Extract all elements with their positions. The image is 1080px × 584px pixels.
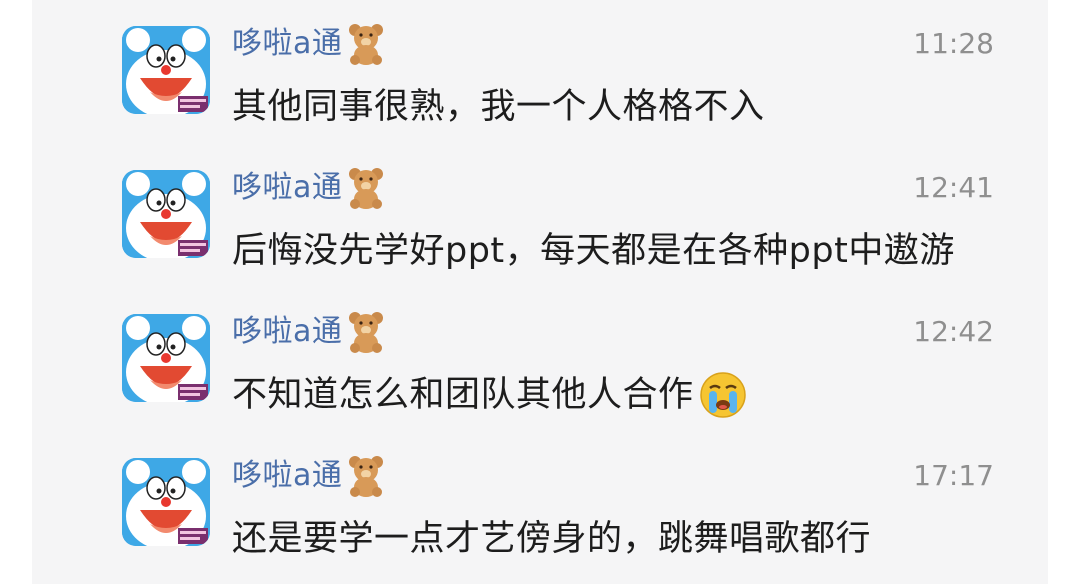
doraemon-avatar-icon	[122, 26, 210, 114]
sender-name[interactable]: 哆啦a通	[232, 22, 342, 66]
message-timestamp: 17:17	[913, 459, 994, 492]
message-text[interactable]: 还是要学一点才艺傍身的，跳舞唱歌都行	[232, 512, 871, 566]
sender-name[interactable]: 哆啦a通	[232, 166, 342, 210]
chat-message-list[interactable]: 哆啦a通 11:28 其他同事很熟，我一个人格格不入 哆啦a通 12:41 后悔…	[32, 0, 1048, 584]
avatar[interactable]	[122, 314, 210, 402]
doraemon-avatar-icon	[122, 170, 210, 258]
teddy-bear-icon	[349, 456, 384, 497]
teddy-bear-icon	[349, 168, 384, 209]
avatar[interactable]	[122, 170, 210, 258]
doraemon-avatar-icon	[122, 458, 210, 546]
sender-name[interactable]: 哆啦a通	[232, 454, 342, 498]
teddy-bear-icon	[349, 24, 384, 65]
chat-message: 哆啦a通 17:17 还是要学一点才艺傍身的，跳舞唱歌都行	[32, 432, 1048, 572]
chat-message: 哆啦a通 11:28 其他同事很熟，我一个人格格不入	[32, 0, 1048, 140]
crying-face-icon	[699, 372, 746, 418]
chat-message: 哆啦a通 12:41 后悔没先学好ppt，每天都是在各种ppt中遨游	[32, 144, 1048, 284]
avatar[interactable]	[122, 26, 210, 114]
chat-message: 哆啦a通 12:42 不知道怎么和团队其他人合作	[32, 288, 1048, 428]
sender-name[interactable]: 哆啦a通	[232, 310, 342, 354]
avatar[interactable]	[122, 458, 210, 546]
message-timestamp: 12:41	[913, 171, 994, 204]
message-timestamp: 11:28	[913, 27, 994, 60]
teddy-bear-icon	[349, 312, 384, 353]
chat-screen: 哆啦a通 11:28 其他同事很熟，我一个人格格不入 哆啦a通 12:41 后悔…	[0, 0, 1080, 584]
message-text[interactable]: 不知道怎么和团队其他人合作	[232, 368, 694, 422]
doraemon-avatar-icon	[122, 314, 210, 402]
message-text[interactable]: 其他同事很熟，我一个人格格不入	[232, 80, 765, 134]
message-text[interactable]: 后悔没先学好ppt，每天都是在各种ppt中遨游	[232, 224, 955, 278]
message-timestamp: 12:42	[913, 315, 994, 348]
